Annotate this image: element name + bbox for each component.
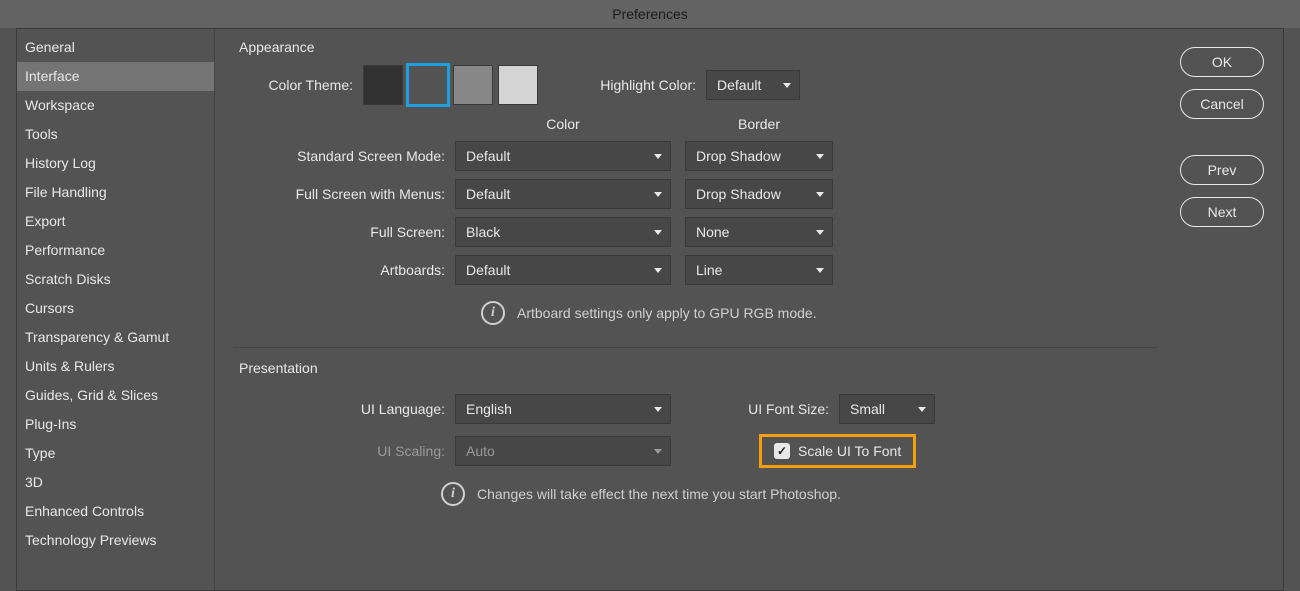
color-theme-label: Color Theme: xyxy=(233,77,363,93)
prev-button[interactable]: Prev xyxy=(1180,155,1264,185)
window-title: Preferences xyxy=(0,0,1300,28)
sidebar-item-transparency-gamut[interactable]: Transparency & Gamut xyxy=(17,323,214,352)
sidebar-item-units-rulers[interactable]: Units & Rulers xyxy=(17,352,214,381)
ui-font-size-select[interactable]: Small xyxy=(839,394,935,424)
color-column-header: Color xyxy=(455,116,671,132)
sidebar-item-enhanced-controls[interactable]: Enhanced Controls xyxy=(17,497,214,526)
presentation-section-title: Presentation xyxy=(233,360,1157,376)
sidebar-item-cursors[interactable]: Cursors xyxy=(17,294,214,323)
sidebar-item-technology-previews[interactable]: Technology Previews xyxy=(17,526,214,555)
full-screen-color-select[interactable]: Black xyxy=(455,217,671,247)
sidebar-item-file-handling[interactable]: File Handling xyxy=(17,178,214,207)
sidebar-item-performance[interactable]: Performance xyxy=(17,236,214,265)
sidebar-item-3d[interactable]: 3D xyxy=(17,468,214,497)
swatch-light[interactable] xyxy=(498,65,538,105)
swatch-medium-light[interactable] xyxy=(453,65,493,105)
sidebar-item-tools[interactable]: Tools xyxy=(17,120,214,149)
scale-ui-to-font-label: Scale UI To Font xyxy=(798,443,901,459)
artboards-border-select[interactable]: Line xyxy=(685,255,833,285)
section-divider xyxy=(233,347,1157,348)
sidebar-item-plug-ins[interactable]: Plug-Ins xyxy=(17,410,214,439)
standard-screen-mode-color-select[interactable]: Default xyxy=(455,141,671,171)
cancel-button[interactable]: Cancel xyxy=(1180,89,1264,119)
sidebar-item-history-log[interactable]: History Log xyxy=(17,149,214,178)
swatch-dark[interactable] xyxy=(363,65,403,105)
sidebar-item-general[interactable]: General xyxy=(17,33,214,62)
border-column-header: Border xyxy=(685,116,833,132)
sidebar-item-export[interactable]: Export xyxy=(17,207,214,236)
highlight-color-select[interactable]: Default xyxy=(706,70,800,100)
info-icon: i xyxy=(441,482,465,506)
highlight-color-label: Highlight Color: xyxy=(558,77,706,93)
ok-button[interactable]: OK xyxy=(1180,47,1264,77)
appearance-note: Artboard settings only apply to GPU RGB … xyxy=(517,305,817,321)
artboards-label: Artboards: xyxy=(233,262,455,278)
next-button[interactable]: Next xyxy=(1180,197,1264,227)
presentation-note: Changes will take effect the next time y… xyxy=(477,486,841,502)
main-panel: Appearance Color Theme: Highlight Color:… xyxy=(215,29,1175,590)
category-sidebar: General Interface Workspace Tools Histor… xyxy=(17,29,215,590)
sidebar-item-interface[interactable]: Interface xyxy=(17,62,214,91)
swatch-medium-dark[interactable] xyxy=(408,65,448,105)
sidebar-item-scratch-disks[interactable]: Scratch Disks xyxy=(17,265,214,294)
full-screen-border-select[interactable]: None xyxy=(685,217,833,247)
full-screen-menus-color-select[interactable]: Default xyxy=(455,179,671,209)
full-screen-label: Full Screen: xyxy=(233,224,455,240)
preferences-window: General Interface Workspace Tools Histor… xyxy=(16,28,1284,591)
full-screen-menus-label: Full Screen with Menus: xyxy=(233,186,455,202)
ui-scaling-label: UI Scaling: xyxy=(233,443,455,459)
dialog-buttons: OK Cancel Prev Next xyxy=(1175,29,1283,590)
standard-screen-mode-border-select[interactable]: Drop Shadow xyxy=(685,141,833,171)
ui-language-select[interactable]: English xyxy=(455,394,671,424)
sidebar-item-workspace[interactable]: Workspace xyxy=(17,91,214,120)
info-icon: i xyxy=(481,301,505,325)
full-screen-menus-border-select[interactable]: Drop Shadow xyxy=(685,179,833,209)
artboards-color-select[interactable]: Default xyxy=(455,255,671,285)
ui-scaling-select: Auto xyxy=(455,436,671,466)
ui-language-label: UI Language: xyxy=(233,401,455,417)
sidebar-item-guides-grid-slices[interactable]: Guides, Grid & Slices xyxy=(17,381,214,410)
appearance-section-title: Appearance xyxy=(233,39,1157,55)
standard-screen-mode-label: Standard Screen Mode: xyxy=(233,148,455,164)
sidebar-item-type[interactable]: Type xyxy=(17,439,214,468)
ui-font-size-label: UI Font Size: xyxy=(671,401,839,417)
color-theme-swatches xyxy=(363,65,538,105)
scale-ui-to-font-checkbox[interactable] xyxy=(774,443,790,459)
scale-ui-to-font-highlight: Scale UI To Font xyxy=(759,434,916,468)
